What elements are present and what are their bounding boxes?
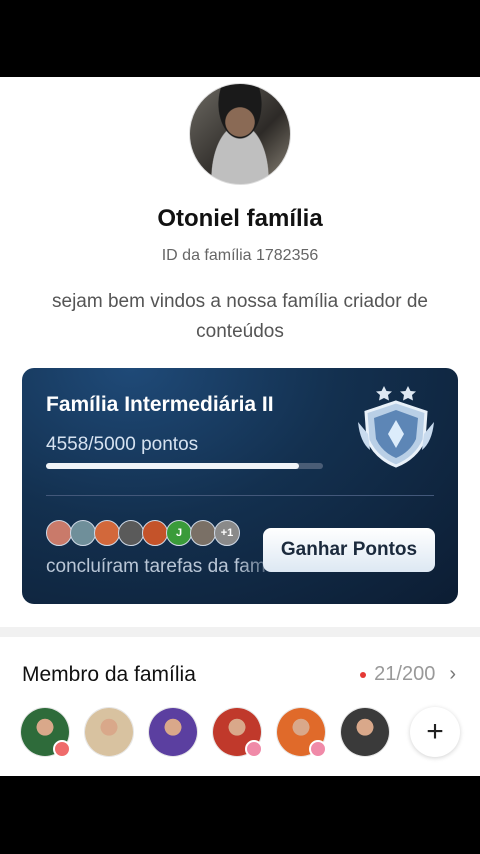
family-page: Otoniel família ID da família 1782356 se… <box>0 77 480 776</box>
members-count-link[interactable]: 21/200 › <box>360 663 456 686</box>
members-count: 21/200 <box>374 663 436 685</box>
level-progress-bar <box>46 463 323 469</box>
level-progress-fill <box>46 463 299 469</box>
role-badge-icon <box>53 740 71 758</box>
family-name: Otoniel família <box>157 205 323 232</box>
status-bar-area <box>0 0 480 77</box>
completed-member-avatar <box>70 520 96 546</box>
completed-member-avatar <box>46 520 72 546</box>
section-divider <box>0 627 480 637</box>
member-avatar[interactable] <box>276 707 327 758</box>
member-avatar[interactable] <box>84 707 134 757</box>
level-points: 4558/5000 pontos <box>46 434 199 455</box>
shield-badge-icon <box>358 386 434 468</box>
member-avatar-image <box>85 708 133 756</box>
chevron-right-icon: › <box>449 663 456 685</box>
member-avatar[interactable] <box>212 707 263 758</box>
member-avatar[interactable] <box>20 707 71 758</box>
family-description: sejam bem vindos a nossa família criador… <box>52 291 428 342</box>
level-title: Família Intermediária II <box>46 393 274 416</box>
completed-member-avatar <box>142 520 168 546</box>
role-badge-icon <box>245 740 263 758</box>
completed-member-avatar <box>94 520 120 546</box>
member-avatar[interactable] <box>340 707 390 757</box>
family-level-card[interactable]: Família Intermediária II 4558/5000 ponto… <box>22 368 458 604</box>
tasks-completed-text: concluíram tarefas da fam <box>46 556 266 577</box>
member-avatar-image <box>341 708 389 756</box>
member-avatar-image <box>149 708 197 756</box>
earn-points-button[interactable]: Ganhar Pontos <box>263 528 435 572</box>
member-avatar[interactable] <box>148 707 198 757</box>
plus-icon: + <box>426 715 444 748</box>
completed-members-stack[interactable]: J +1 <box>46 520 246 546</box>
navigation-bar-area <box>0 776 480 854</box>
members-section-title: Membro da família <box>22 663 196 686</box>
family-avatar[interactable] <box>189 83 291 185</box>
add-member-button[interactable]: + <box>410 707 460 757</box>
family-id: ID da família 1782356 <box>161 247 319 264</box>
members-avatar-row: + <box>20 707 460 759</box>
completed-member-avatar: J <box>166 520 192 546</box>
card-divider <box>46 495 434 496</box>
completed-member-avatar <box>118 520 144 546</box>
completed-member-avatar <box>190 520 216 546</box>
completed-member-avatar: +1 <box>214 520 240 546</box>
notification-dot <box>360 671 367 678</box>
role-badge-icon <box>309 740 327 758</box>
